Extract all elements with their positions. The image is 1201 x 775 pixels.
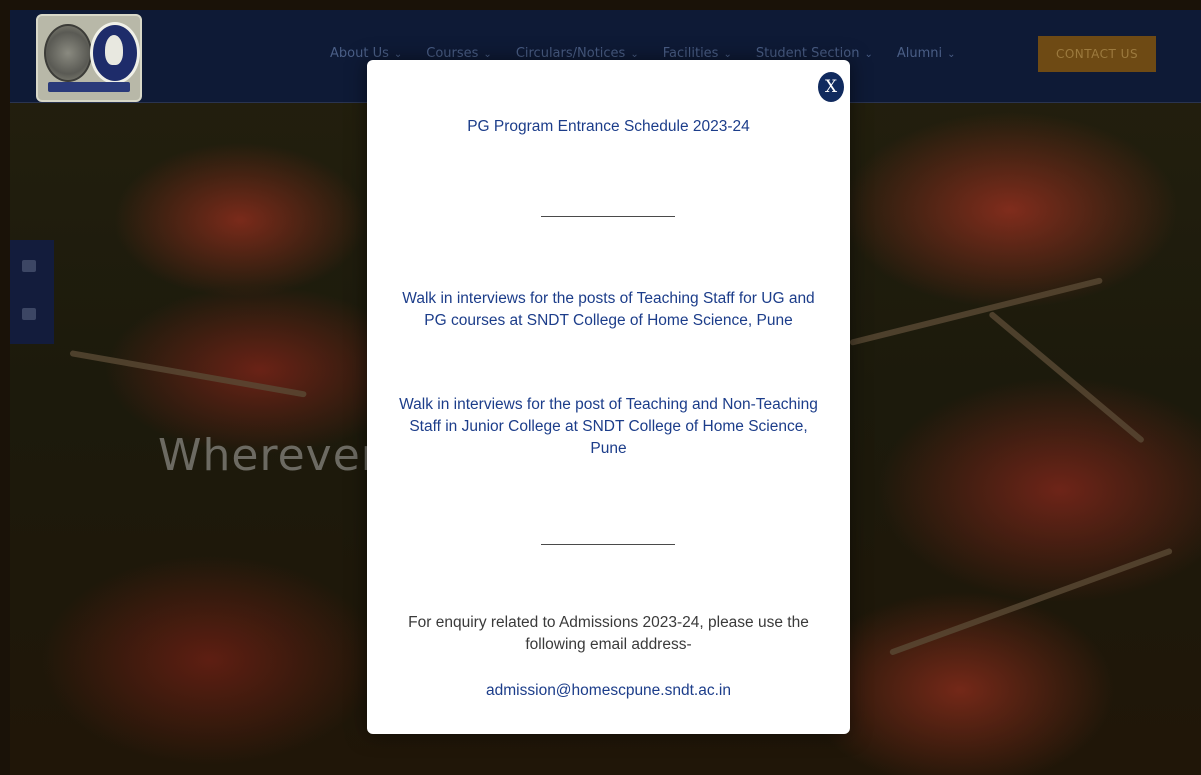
nav-item-alumni[interactable]: Alumni ⌄ — [897, 46, 956, 61]
founder-portrait-icon — [90, 22, 140, 84]
chevron-down-icon: ⌄ — [483, 49, 492, 60]
logo-ribbon — [48, 82, 130, 92]
enquiry-text-line: following email address- — [525, 636, 692, 653]
link-line: Walk in interviews for the posts of Teac… — [402, 290, 815, 307]
nav-label: Facilities — [662, 46, 719, 61]
admission-email-link[interactable]: admission@homescpune.sndt.ac.in — [367, 680, 850, 701]
divider — [541, 216, 675, 217]
link-line: Staff in Junior College at SNDT College … — [409, 418, 808, 435]
branch-decoration — [888, 547, 1173, 656]
social-sidebar — [10, 240, 54, 344]
contact-us-button[interactable]: CONTACT US — [1038, 36, 1156, 72]
college-logo[interactable] — [36, 14, 142, 102]
hero-heading: Wherever — [158, 430, 380, 481]
nav-label: Courses — [426, 46, 479, 61]
nav-label: Circulars/Notices — [515, 46, 626, 61]
nav-item-circulars[interactable]: Circulars/Notices ⌄ — [516, 46, 639, 61]
nav-item-facilities[interactable]: Facilities ⌄ — [663, 46, 732, 61]
nav-item-student-section[interactable]: Student Section ⌄ — [756, 46, 873, 61]
link-line: Walk in interviews for the post of Teach… — [399, 396, 818, 413]
youtube-icon[interactable] — [22, 260, 36, 272]
chevron-down-icon: ⌄ — [947, 49, 956, 60]
branch-decoration — [849, 277, 1104, 346]
nav-label: About Us — [330, 46, 389, 61]
nav-label: Alumni — [896, 46, 943, 61]
chevron-down-icon: ⌄ — [630, 49, 639, 60]
branch-decoration — [69, 350, 307, 398]
pg-entrance-schedule-link[interactable]: PG Program Entrance Schedule 2023-24 — [367, 116, 850, 137]
link-line: PG courses at SNDT College of Home Scien… — [424, 312, 793, 329]
chevron-down-icon: ⌄ — [723, 49, 732, 60]
chevron-down-icon: ⌄ — [393, 49, 403, 60]
enquiry-text-line: For enquiry related to Admissions 2023-2… — [408, 614, 809, 631]
nav-item-about-us[interactable]: About Us ⌄ — [330, 46, 402, 61]
university-seal-icon — [44, 24, 92, 82]
announcement-modal: PG Program Entrance Schedule 2023-24 Wal… — [367, 60, 850, 734]
nav-label: Student Section — [755, 46, 860, 61]
divider — [541, 544, 675, 545]
link-line: Pune — [590, 440, 627, 457]
nav-item-courses[interactable]: Courses ⌄ — [426, 46, 492, 61]
chevron-down-icon: ⌄ — [864, 49, 873, 60]
branch-decoration — [988, 310, 1146, 444]
close-modal-button[interactable]: X — [816, 70, 846, 104]
facebook-icon[interactable] — [22, 308, 36, 320]
main-nav: About Us ⌄ Courses ⌄ Circulars/Notices ⌄ Fa… — [330, 46, 980, 61]
